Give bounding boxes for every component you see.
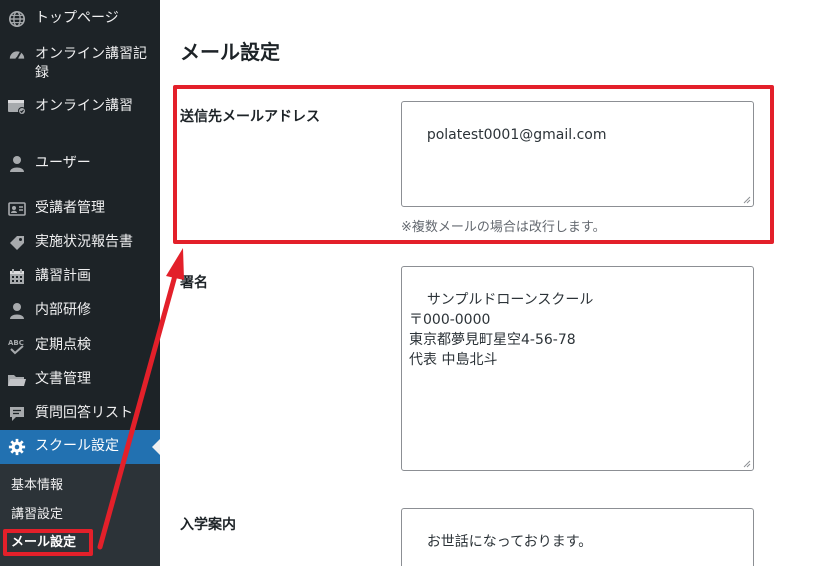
annotation-arrow: [97, 248, 184, 550]
